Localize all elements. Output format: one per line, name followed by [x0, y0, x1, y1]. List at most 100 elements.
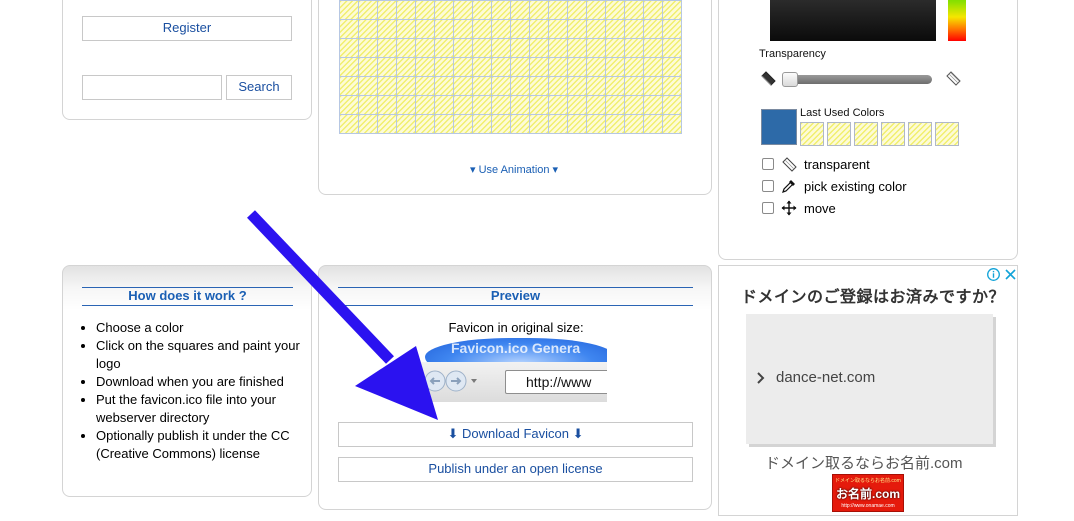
grid-cell[interactable] — [435, 38, 454, 57]
grid-cell[interactable] — [435, 114, 454, 133]
grid-cell[interactable] — [473, 76, 492, 95]
ad-logo[interactable]: ドメイン取るならお名前.com お名前.com http://www.onama… — [832, 474, 904, 512]
grid-cell[interactable] — [416, 0, 435, 19]
grid-cell[interactable] — [606, 95, 625, 114]
grid-cell[interactable] — [530, 57, 549, 76]
grid-cell[interactable] — [340, 76, 359, 95]
grid-cell[interactable] — [568, 76, 587, 95]
grid-cell[interactable] — [473, 57, 492, 76]
grid-cell[interactable] — [663, 38, 682, 57]
grid-cell[interactable] — [359, 76, 378, 95]
grid-cell[interactable] — [644, 38, 663, 57]
search-input[interactable] — [82, 75, 222, 100]
download-favicon-button[interactable]: ⬇ Download Favicon ⬇ — [338, 422, 693, 447]
grid-cell[interactable] — [397, 114, 416, 133]
grid-cell[interactable] — [644, 76, 663, 95]
grid-cell[interactable] — [549, 114, 568, 133]
grid-cell[interactable] — [416, 38, 435, 57]
grid-cell[interactable] — [435, 95, 454, 114]
grid-cell[interactable] — [549, 0, 568, 19]
grid-cell[interactable] — [568, 57, 587, 76]
grid-cell[interactable] — [625, 76, 644, 95]
grid-cell[interactable] — [511, 114, 530, 133]
grid-cell[interactable] — [587, 95, 606, 114]
grid-cell[interactable] — [530, 76, 549, 95]
grid-cell[interactable] — [397, 57, 416, 76]
grid-cell[interactable] — [644, 19, 663, 38]
paint-grid[interactable] — [339, 0, 682, 134]
grid-cell[interactable] — [663, 19, 682, 38]
ad-info-icon[interactable] — [987, 268, 1000, 284]
transparency-slider-knob[interactable] — [782, 72, 798, 87]
grid-cell[interactable] — [587, 19, 606, 38]
grid-cell[interactable] — [359, 95, 378, 114]
grid-cell[interactable] — [340, 114, 359, 133]
use-animation-toggle[interactable]: ▾ Use Animation ▾ — [470, 163, 558, 176]
grid-cell[interactable] — [454, 0, 473, 19]
grid-cell[interactable] — [454, 95, 473, 114]
grid-cell[interactable] — [587, 76, 606, 95]
grid-cell[interactable] — [492, 57, 511, 76]
grid-cell[interactable] — [511, 76, 530, 95]
grid-cell[interactable] — [530, 114, 549, 133]
grid-cell[interactable] — [606, 0, 625, 19]
grid-cell[interactable] — [397, 95, 416, 114]
grid-cell[interactable] — [359, 0, 378, 19]
grid-cell[interactable] — [549, 76, 568, 95]
grid-cell[interactable] — [625, 19, 644, 38]
transparency-slider-track[interactable] — [791, 75, 932, 84]
grid-cell[interactable] — [568, 114, 587, 133]
grid-cell[interactable] — [340, 95, 359, 114]
grid-cell[interactable] — [644, 114, 663, 133]
transparent-option[interactable]: transparent — [762, 155, 870, 173]
pick-color-checkbox[interactable] — [762, 180, 774, 192]
grid-cell[interactable] — [644, 57, 663, 76]
grid-cell[interactable] — [587, 0, 606, 19]
grid-cell[interactable] — [492, 76, 511, 95]
grid-cell[interactable] — [473, 95, 492, 114]
grid-cell[interactable] — [416, 114, 435, 133]
grid-cell[interactable] — [511, 57, 530, 76]
grid-cell[interactable] — [340, 0, 359, 19]
hue-slider[interactable] — [948, 0, 966, 41]
grid-cell[interactable] — [625, 38, 644, 57]
grid-cell[interactable] — [606, 38, 625, 57]
grid-cell[interactable] — [587, 114, 606, 133]
grid-cell[interactable] — [435, 57, 454, 76]
grid-cell[interactable] — [397, 19, 416, 38]
grid-cell[interactable] — [568, 38, 587, 57]
grid-cell[interactable] — [397, 0, 416, 19]
grid-cell[interactable] — [568, 19, 587, 38]
grid-cell[interactable] — [568, 0, 587, 19]
grid-cell[interactable] — [625, 0, 644, 19]
pick-color-option[interactable]: pick existing color — [762, 177, 907, 195]
grid-cell[interactable] — [473, 38, 492, 57]
grid-cell[interactable] — [416, 95, 435, 114]
grid-cell[interactable] — [625, 95, 644, 114]
grid-cell[interactable] — [416, 57, 435, 76]
ad-close-icon[interactable] — [1004, 268, 1017, 284]
grid-cell[interactable] — [492, 19, 511, 38]
grid-cell[interactable] — [359, 114, 378, 133]
grid-cell[interactable] — [473, 0, 492, 19]
search-button[interactable]: Search — [226, 75, 292, 100]
grid-cell[interactable] — [454, 38, 473, 57]
move-checkbox[interactable] — [762, 202, 774, 214]
grid-cell[interactable] — [549, 38, 568, 57]
grid-cell[interactable] — [587, 38, 606, 57]
grid-cell[interactable] — [549, 19, 568, 38]
grid-cell[interactable] — [549, 95, 568, 114]
current-color-swatch[interactable] — [761, 109, 797, 145]
grid-cell[interactable] — [378, 95, 397, 114]
grid-cell[interactable] — [435, 19, 454, 38]
grid-cell[interactable] — [378, 38, 397, 57]
grid-cell[interactable] — [454, 76, 473, 95]
grid-cell[interactable] — [606, 76, 625, 95]
grid-cell[interactable] — [359, 38, 378, 57]
grid-cell[interactable] — [492, 38, 511, 57]
grid-cell[interactable] — [416, 19, 435, 38]
last-used-color-swatch[interactable] — [827, 122, 851, 146]
grid-cell[interactable] — [606, 57, 625, 76]
grid-cell[interactable] — [530, 19, 549, 38]
grid-cell[interactable] — [492, 95, 511, 114]
